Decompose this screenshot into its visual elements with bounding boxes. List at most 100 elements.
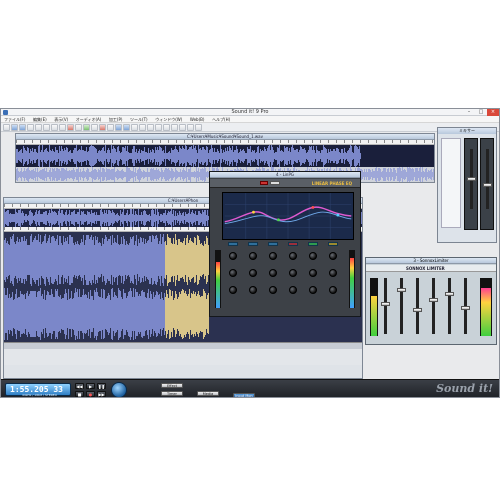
effect-button[interactable]: Effect	[161, 383, 183, 388]
title-bar: Sound it! 9 Pro – □ ×	[1, 109, 499, 116]
eq-knob[interactable]	[309, 252, 317, 260]
marker-icon[interactable]	[131, 123, 138, 131]
limiter-fader[interactable]	[413, 308, 422, 312]
undo-icon[interactable]	[27, 123, 34, 131]
mixer-icon[interactable]	[179, 123, 186, 131]
master-fader[interactable]	[483, 183, 492, 187]
record-button[interactable]: ●	[86, 391, 95, 397]
jog-wheel[interactable]	[111, 382, 127, 397]
menu-process[interactable]: 加工(P)	[106, 116, 126, 123]
menu-file[interactable]: ファイル(F)	[1, 116, 28, 123]
ruler-tick	[248, 140, 249, 143]
eq-band-button[interactable]	[308, 242, 318, 246]
limiter-fader[interactable]	[397, 288, 406, 292]
cd-icon[interactable]	[187, 123, 194, 131]
fade-out-icon[interactable]	[147, 123, 154, 131]
eq-knob[interactable]	[289, 252, 297, 260]
eq-knob[interactable]	[289, 286, 297, 294]
minimize-button[interactable]: –	[463, 109, 475, 116]
eq-band-button[interactable]	[288, 242, 298, 246]
record-icon[interactable]	[99, 123, 106, 131]
eq-band-button[interactable]	[228, 242, 238, 246]
close-button[interactable]: ×	[487, 109, 499, 116]
open-folder-icon[interactable]	[11, 123, 18, 131]
compare-button[interactable]	[270, 181, 280, 185]
delete-icon[interactable]	[67, 123, 74, 131]
eq-knob[interactable]	[249, 269, 257, 277]
limiter-fader[interactable]	[429, 298, 438, 302]
menu-audio[interactable]: オーディオ(A)	[73, 116, 105, 123]
ruler-tick	[52, 204, 53, 207]
eq-knob[interactable]	[269, 269, 277, 277]
waveform-display[interactable]	[16, 145, 434, 167]
zoom-in-icon[interactable]	[115, 123, 122, 131]
menu-view[interactable]: 表示(V)	[51, 116, 71, 123]
eq-curve-display[interactable]	[222, 192, 354, 240]
rewind-button[interactable]: ◀◀	[75, 383, 84, 389]
loop-icon[interactable]	[107, 123, 114, 131]
eq-knob[interactable]	[269, 252, 277, 260]
maximize-button[interactable]: □	[475, 109, 487, 116]
ruler-tick	[132, 204, 133, 207]
eq-knob[interactable]	[329, 269, 337, 277]
ruler-tick	[92, 204, 93, 207]
mixer-track-list[interactable]	[441, 138, 461, 228]
eq-knob[interactable]	[249, 252, 257, 260]
eq-knob[interactable]	[329, 252, 337, 260]
marker-lane[interactable]	[4, 342, 362, 349]
pause-button[interactable]: ❚❚	[97, 383, 106, 389]
eq-icon[interactable]	[163, 123, 170, 131]
stop-icon[interactable]	[91, 123, 98, 131]
play-icon[interactable]	[83, 123, 90, 131]
normalize-icon[interactable]	[155, 123, 162, 131]
forward-button[interactable]: ▶▶	[97, 391, 106, 397]
eq-knob[interactable]	[329, 286, 337, 294]
copy-icon[interactable]	[51, 123, 58, 131]
format-info: 44kHz / 16bit / STEREO	[22, 393, 57, 397]
menu-web[interactable]: Web(B)	[187, 116, 208, 123]
ruler-tick	[20, 204, 21, 207]
new-file-icon[interactable]	[3, 123, 10, 131]
ruler-tick	[36, 227, 37, 230]
effect-icon[interactable]	[171, 123, 178, 131]
timer-button[interactable]: Timer	[161, 391, 183, 396]
menu-window[interactable]: ウィンドウ(W)	[152, 116, 185, 123]
eq-knob[interactable]	[249, 286, 257, 294]
eq-knob[interactable]	[229, 269, 237, 277]
trim-icon[interactable]	[75, 123, 82, 131]
play-button[interactable]: ▶	[86, 383, 95, 389]
save-icon[interactable]	[19, 123, 26, 131]
eq-knob[interactable]	[229, 252, 237, 260]
zoom-out-icon[interactable]	[123, 123, 130, 131]
settings-icon[interactable]	[195, 123, 202, 131]
ruler-tick	[72, 140, 73, 143]
media-button[interactable]: Media	[197, 391, 219, 396]
redo-icon[interactable]	[35, 123, 42, 131]
eq-band-button[interactable]	[328, 242, 338, 246]
limiter-fader[interactable]	[381, 302, 390, 306]
ruler-tick	[360, 140, 361, 143]
eq-knob[interactable]	[289, 269, 297, 277]
limiter-fader[interactable]	[445, 292, 454, 296]
limiter-input-meter	[370, 278, 378, 336]
channel-fader[interactable]	[467, 177, 476, 181]
menu-bar: ファイル(F) 編集(E) 表示(V) オーディオ(A) 加工(P) ツール(T…	[1, 116, 499, 123]
paste-icon[interactable]	[59, 123, 66, 131]
menu-help[interactable]: ヘルプ(H)	[209, 116, 233, 123]
eq-knob[interactable]	[229, 286, 237, 294]
eq-node-2	[276, 218, 280, 222]
eq-knob[interactable]	[309, 286, 317, 294]
eq-knob[interactable]	[309, 269, 317, 277]
eq-band-button[interactable]	[268, 242, 278, 246]
preset-button[interactable]	[260, 181, 268, 185]
stop-button[interactable]: ■	[75, 391, 84, 397]
eq-knob[interactable]	[269, 286, 277, 294]
ruler-tick	[120, 140, 121, 143]
input-monitor-button[interactable]: Input Mon	[233, 393, 255, 397]
menu-tools[interactable]: ツール(T)	[127, 116, 151, 123]
limiter-fader[interactable]	[461, 306, 470, 310]
eq-band-button[interactable]	[248, 242, 258, 246]
cut-icon[interactable]	[43, 123, 50, 131]
menu-edit[interactable]: 編集(E)	[30, 116, 50, 123]
fade-in-icon[interactable]	[139, 123, 146, 131]
